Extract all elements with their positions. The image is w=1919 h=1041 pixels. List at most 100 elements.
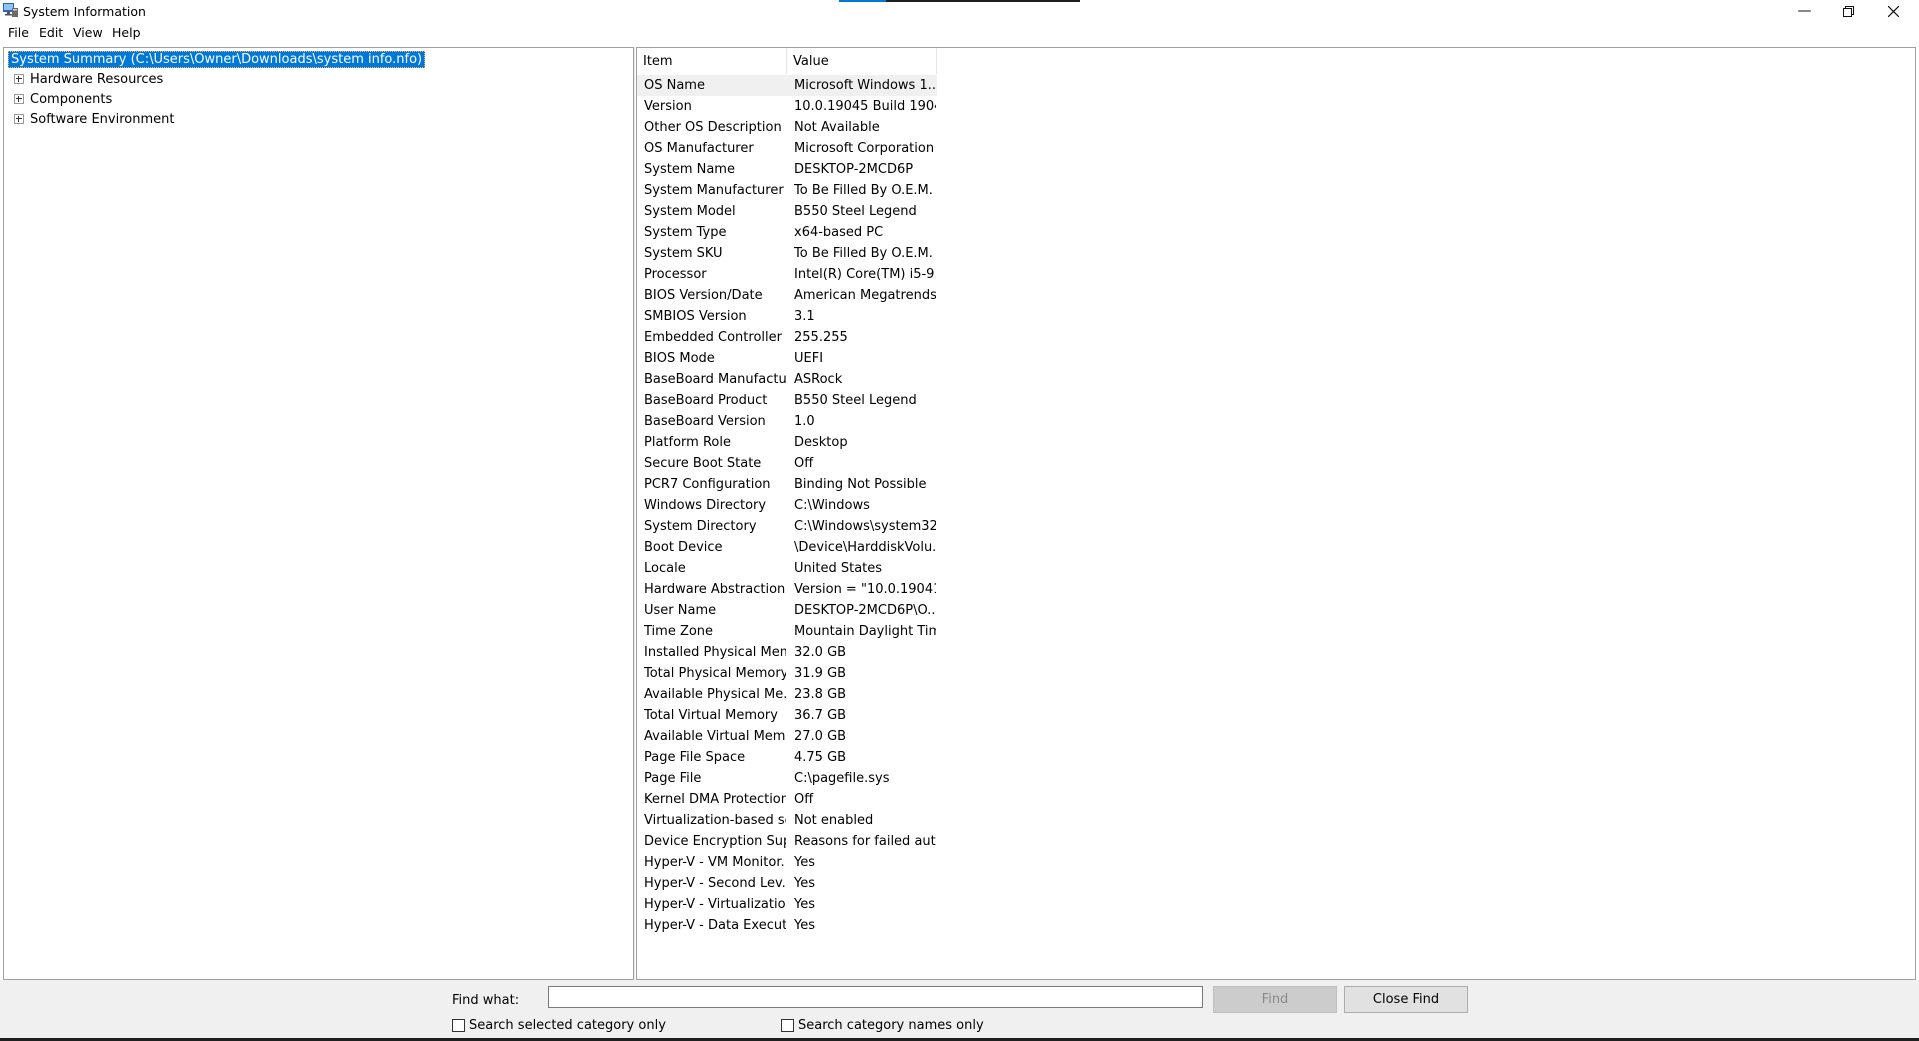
table-row[interactable]: Version 10.0.19045 Build 19045 [637, 96, 937, 117]
table-row[interactable]: Available Virtual Mem... 27.0 GB [637, 726, 937, 747]
cell-item: Kernel DMA Protection [644, 792, 786, 807]
cell-value: Intel(R) Core(TM) i5-9... [794, 267, 936, 282]
tree-item-hardware-resources[interactable]: Hardware Resources [14, 70, 163, 88]
cell-item: BIOS Version/Date [644, 288, 763, 303]
table-row[interactable]: System Manufacturer To Be Filled By O.E.M… [637, 180, 937, 201]
cell-item: System Directory [644, 519, 757, 534]
table-row[interactable]: Windows Directory C:\Windows [637, 495, 937, 516]
table-row[interactable]: Kernel DMA Protection Off [637, 789, 937, 810]
table-row[interactable]: Hyper-V - Data Executi... Yes [637, 915, 937, 936]
details-list[interactable]: Item Value OS Name Microsoft Windows 1...… [636, 47, 1916, 980]
menu-file[interactable]: File [8, 25, 29, 40]
tree-item-software-environment[interactable]: Software Environment [14, 110, 174, 128]
table-row[interactable]: System Type x64-based PC [637, 222, 937, 243]
menu-help[interactable]: Help [112, 25, 141, 40]
cell-value: Not Available [794, 120, 880, 135]
cell-value: Reasons for failed aut... [794, 834, 936, 849]
find-button[interactable]: Find [1213, 986, 1337, 1013]
menu-bar: File Edit View Help [0, 22, 1919, 42]
table-row[interactable]: Processor Intel(R) Core(TM) i5-9... [637, 264, 937, 285]
pane-splitter[interactable] [634, 47, 635, 980]
search-category-names-checkbox[interactable] [781, 1019, 794, 1032]
table-row[interactable]: Other OS Description Not Available [637, 117, 937, 138]
table-row[interactable]: Embedded Controller ... 255.255 [637, 327, 937, 348]
cell-value: DESKTOP-2MCD6P [794, 162, 914, 177]
table-row[interactable]: Virtualization-based se... Not enabled [637, 810, 937, 831]
search-category-names-option[interactable]: Search category names only [781, 1018, 984, 1033]
table-row[interactable]: System Name DESKTOP-2MCD6P [637, 159, 937, 180]
table-row[interactable]: Installed Physical Mem... 32.0 GB [637, 642, 937, 663]
restore-button[interactable] [1826, 0, 1871, 22]
tree-item-label: Software Environment [30, 111, 175, 127]
cell-value: Microsoft Corporation [794, 141, 935, 156]
table-row[interactable]: Page File C:\pagefile.sys [637, 768, 937, 789]
table-row[interactable]: Hardware Abstraction ... Version = "10.0.… [637, 579, 937, 600]
expand-icon[interactable] [14, 114, 24, 124]
table-row[interactable]: PCR7 Configuration Binding Not Possible [637, 474, 937, 495]
cell-item: Total Virtual Memory [644, 708, 778, 723]
table-row[interactable]: BaseBoard Product B550 Steel Legend [637, 390, 937, 411]
column-header-value[interactable]: Value [787, 48, 937, 74]
table-row[interactable]: OS Name Microsoft Windows 1... [637, 75, 937, 96]
cell-item: Hardware Abstraction ... [644, 582, 786, 597]
table-row[interactable]: Total Virtual Memory 36.7 GB [637, 705, 937, 726]
table-row[interactable]: OS Manufacturer Microsoft Corporation [637, 138, 937, 159]
search-selected-category-checkbox[interactable] [452, 1019, 465, 1032]
cell-value: Yes [794, 855, 815, 870]
menu-edit[interactable]: Edit [39, 25, 63, 40]
find-bar: Find what: Find Close Find Search select… [0, 980, 1919, 1041]
cell-item: BaseBoard Product [644, 393, 768, 408]
table-row[interactable]: BIOS Mode UEFI [637, 348, 937, 369]
minimize-button[interactable]: — [1782, 0, 1827, 22]
table-row[interactable]: Locale United States [637, 558, 937, 579]
cell-value: 255.255 [794, 330, 848, 345]
category-tree[interactable]: System Summary (C:\Users\Owner\Downloads… [3, 47, 634, 980]
cell-value: Not enabled [794, 813, 874, 828]
cell-item: Secure Boot State [644, 456, 762, 471]
table-row[interactable]: BIOS Version/Date American Megatrends... [637, 285, 937, 306]
system-information-icon [3, 3, 18, 17]
table-row[interactable]: System Model B550 Steel Legend [637, 201, 937, 222]
table-row[interactable]: System Directory C:\Windows\system32 [637, 516, 937, 537]
cell-value: 23.8 GB [794, 687, 847, 702]
title-bar: System Information — [0, 0, 1919, 22]
table-row[interactable]: Hyper-V - Second Lev... Yes [637, 873, 937, 894]
table-row[interactable]: Time Zone Mountain Daylight Time [637, 621, 937, 642]
table-row[interactable]: SMBIOS Version 3.1 [637, 306, 937, 327]
table-row[interactable]: BaseBoard Manufactur... ASRock [637, 369, 937, 390]
table-row[interactable]: Hyper-V - VM Monitor... Yes [637, 852, 937, 873]
table-row[interactable]: BaseBoard Version 1.0 [637, 411, 937, 432]
cell-value: C:\pagefile.sys [794, 771, 890, 786]
cell-value: C:\Windows\system32 [794, 519, 936, 534]
expand-icon[interactable] [14, 94, 24, 104]
cell-value: 10.0.19045 Build 19045 [794, 99, 936, 114]
tree-item-label: System Summary (C:\Users\Owner\Downloads… [8, 50, 426, 68]
close-button[interactable] [1871, 0, 1916, 22]
table-row[interactable]: Hyper-V - Virtualizatio... Yes [637, 894, 937, 915]
tree-item-system-summary[interactable]: System Summary (C:\Users\Owner\Downloads… [8, 50, 426, 68]
cell-item: Installed Physical Mem... [644, 645, 786, 660]
close-find-button[interactable]: Close Find [1344, 986, 1468, 1013]
table-row[interactable]: Available Physical Me... 23.8 GB [637, 684, 937, 705]
table-row[interactable]: Device Encryption Sup... Reasons for fail… [637, 831, 937, 852]
table-row[interactable]: Platform Role Desktop [637, 432, 937, 453]
search-selected-category-option[interactable]: Search selected category only [452, 1018, 666, 1033]
table-row[interactable]: Boot Device \Device\HarddiskVolu... [637, 537, 937, 558]
table-row[interactable]: Total Physical Memory 31.9 GB [637, 663, 937, 684]
find-input[interactable] [548, 986, 1203, 1008]
table-row[interactable]: System SKU To Be Filled By O.E.M. [637, 243, 937, 264]
column-header-item[interactable]: Item [637, 48, 787, 74]
cell-item: BaseBoard Manufactur... [644, 372, 786, 387]
cell-item: Hyper-V - Virtualizatio... [644, 897, 786, 912]
cell-item: Hyper-V - Data Executi... [644, 918, 786, 933]
title-progress-fill [839, 0, 886, 2]
table-row[interactable]: Page File Space 4.75 GB [637, 747, 937, 768]
menu-view[interactable]: View [73, 25, 103, 40]
tree-item-components[interactable]: Components [14, 90, 112, 108]
cell-value: ASRock [794, 372, 843, 387]
expand-icon[interactable] [14, 74, 24, 84]
cell-value: Yes [794, 876, 815, 891]
table-row[interactable]: User Name DESKTOP-2MCD6P\O... [637, 600, 937, 621]
cell-item: Version [644, 99, 692, 114]
table-row[interactable]: Secure Boot State Off [637, 453, 937, 474]
